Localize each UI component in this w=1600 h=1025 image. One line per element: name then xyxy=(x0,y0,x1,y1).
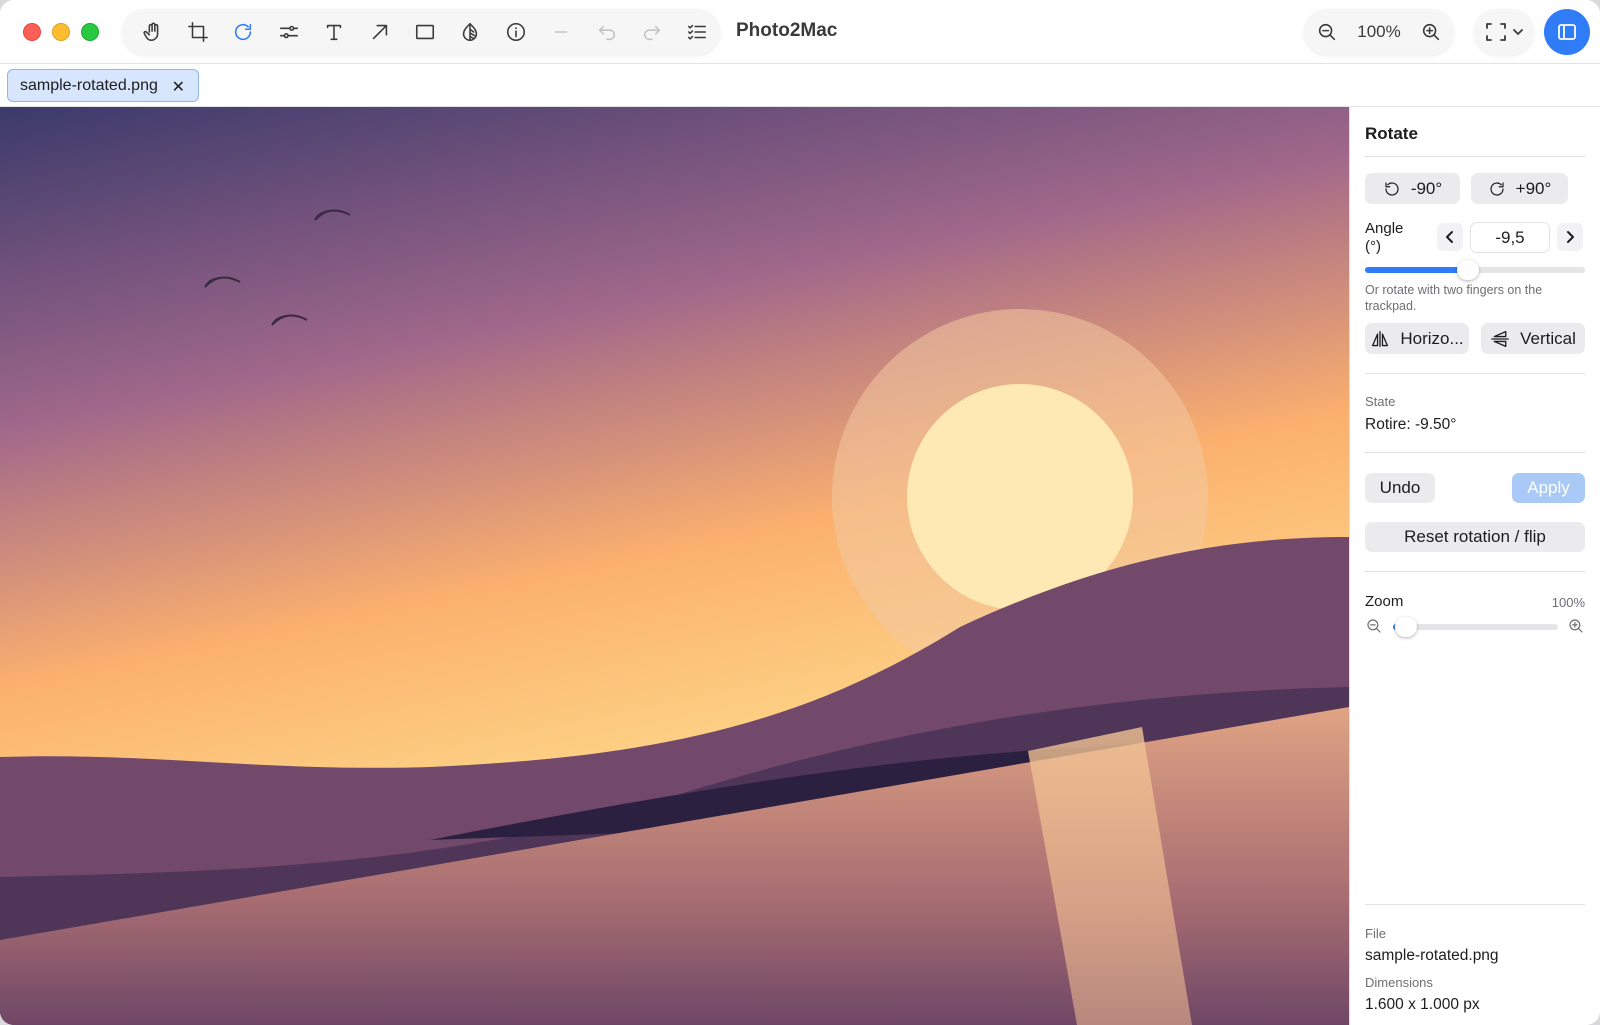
reset-rotation-button[interactable]: Reset rotation / flip xyxy=(1365,522,1585,552)
tool-group xyxy=(122,9,720,55)
window-close-button[interactable] xyxy=(23,23,41,41)
image-canvas[interactable] xyxy=(0,107,1349,1025)
toolbar: Photo2Mac 100% xyxy=(0,0,1600,64)
text-icon xyxy=(327,24,342,41)
angle-label: Angle (°) xyxy=(1365,220,1404,255)
chevron-left-icon xyxy=(1446,231,1453,243)
zoom-value: 100% xyxy=(1551,595,1585,610)
undo-icon xyxy=(598,25,615,41)
flip-horizontal-label: Horizo... xyxy=(1400,328,1464,348)
tab-label: sample-rotated.png xyxy=(20,76,158,94)
panel-title: Rotate xyxy=(1365,124,1418,143)
sidebar-zoom-out-button[interactable] xyxy=(1365,617,1383,635)
flip-vertical-icon xyxy=(1491,330,1509,347)
arrow-tool-button[interactable] xyxy=(357,9,402,55)
zoom-label: Zoom xyxy=(1365,593,1404,610)
angle-input[interactable] xyxy=(1470,222,1550,253)
zoom-slider[interactable] xyxy=(1393,617,1558,637)
app-window: Photo2Mac 100% sample-rotated.png ✕ Rota… xyxy=(0,0,1600,1025)
dimensions-value: 1.600 x 1.000 px xyxy=(1365,996,1480,1013)
adjust-tool-button[interactable] xyxy=(266,9,311,55)
zoom-out-icon xyxy=(1367,619,1381,633)
arrow-icon xyxy=(372,24,387,40)
line-tool-button[interactable] xyxy=(539,9,584,55)
line-icon xyxy=(554,31,568,33)
undo-rotation-button[interactable]: Undo xyxy=(1365,473,1435,503)
info-icon xyxy=(506,22,525,42)
sidebar-icon xyxy=(1558,24,1576,40)
flip-horizontal-button[interactable]: Horizo... xyxy=(1365,323,1469,354)
zoom-out-button[interactable] xyxy=(1316,21,1338,43)
fit-screen-icon xyxy=(1486,23,1506,41)
zoom-slider-thumb[interactable] xyxy=(1395,617,1418,637)
state-value: Rotire: -9.50° xyxy=(1365,416,1457,433)
chevron-right-icon xyxy=(1567,231,1574,243)
rotate-left-button[interactable]: -90° xyxy=(1365,173,1460,204)
hand-icon xyxy=(143,22,159,42)
angle-increment-button[interactable] xyxy=(1557,223,1583,251)
angle-slider-fill xyxy=(1365,267,1469,273)
inspector-sidebar: Rotate -90° +90° Angle (°) Or rotate wit… xyxy=(1349,107,1600,1025)
window-zoom-button[interactable] xyxy=(81,23,99,41)
tab-close-icon[interactable]: ✕ xyxy=(172,77,185,97)
rotate-left-label: -90° xyxy=(1410,178,1443,198)
app-title: Photo2Mac xyxy=(736,20,838,41)
angle-decrement-button[interactable] xyxy=(1437,223,1463,251)
crop-icon xyxy=(188,22,209,42)
angle-slider-thumb[interactable] xyxy=(1457,260,1480,280)
apply-button[interactable]: Apply xyxy=(1512,473,1585,503)
angle-slider[interactable] xyxy=(1365,260,1585,280)
chevron-down-icon xyxy=(1513,29,1523,35)
checklist-button[interactable] xyxy=(675,9,720,55)
rotate-left-icon xyxy=(1385,181,1399,196)
zoom-in-icon xyxy=(1422,23,1440,41)
flip-vertical-button[interactable]: Vertical xyxy=(1481,323,1585,354)
divider xyxy=(1365,571,1585,572)
mask-tool-button[interactable] xyxy=(448,9,493,55)
sidebar-toggle-button[interactable] xyxy=(1544,9,1590,55)
redo-button[interactable] xyxy=(629,9,674,55)
divider xyxy=(1365,373,1585,374)
redo-icon xyxy=(643,25,661,41)
checklist-icon xyxy=(688,24,707,40)
text-tool-button[interactable] xyxy=(312,9,357,55)
zoom-percentage[interactable]: 100% xyxy=(1344,22,1414,42)
flip-vertical-label: Vertical xyxy=(1520,328,1576,348)
zoom-in-icon xyxy=(1569,619,1583,633)
zoom-control: 100% xyxy=(1304,9,1454,55)
rotate-right-button[interactable]: +90° xyxy=(1471,173,1568,204)
mask-icon xyxy=(463,22,478,42)
rotate-tool-button[interactable] xyxy=(221,9,266,55)
file-label: File xyxy=(1365,926,1386,941)
zoom-in-button[interactable] xyxy=(1420,21,1442,43)
adjust-sliders-icon xyxy=(279,25,298,39)
rotate-hint: Or rotate with two fingers on the trackp… xyxy=(1365,283,1543,313)
rotate-icon xyxy=(235,23,252,41)
rotated-image xyxy=(0,107,1349,1025)
sidebar-zoom-in-button[interactable] xyxy=(1567,617,1585,635)
crop-tool-button[interactable] xyxy=(175,9,220,55)
rotate-right-icon xyxy=(1490,181,1504,196)
tab-bar: sample-rotated.png ✕ xyxy=(0,64,1600,107)
dimensions-label: Dimensions xyxy=(1365,975,1433,990)
hand-tool-button[interactable] xyxy=(130,9,175,55)
flip-horizontal-icon xyxy=(1372,330,1389,347)
info-tool-button[interactable] xyxy=(493,9,538,55)
fit-screen-menu-button[interactable] xyxy=(1474,9,1534,55)
zoom-out-icon xyxy=(1318,23,1336,41)
state-label: State xyxy=(1365,394,1396,409)
tab-sample-rotated[interactable]: sample-rotated.png ✕ xyxy=(7,69,199,102)
rotate-right-label: +90° xyxy=(1515,178,1552,198)
window-minimize-button[interactable] xyxy=(52,23,70,41)
divider xyxy=(1365,904,1585,905)
file-value: sample-rotated.png xyxy=(1365,947,1499,964)
rectangle-tool-button[interactable] xyxy=(402,9,447,55)
undo-button[interactable] xyxy=(584,9,629,55)
divider xyxy=(1365,156,1585,157)
divider xyxy=(1365,452,1585,453)
rectangle-icon xyxy=(416,24,435,40)
